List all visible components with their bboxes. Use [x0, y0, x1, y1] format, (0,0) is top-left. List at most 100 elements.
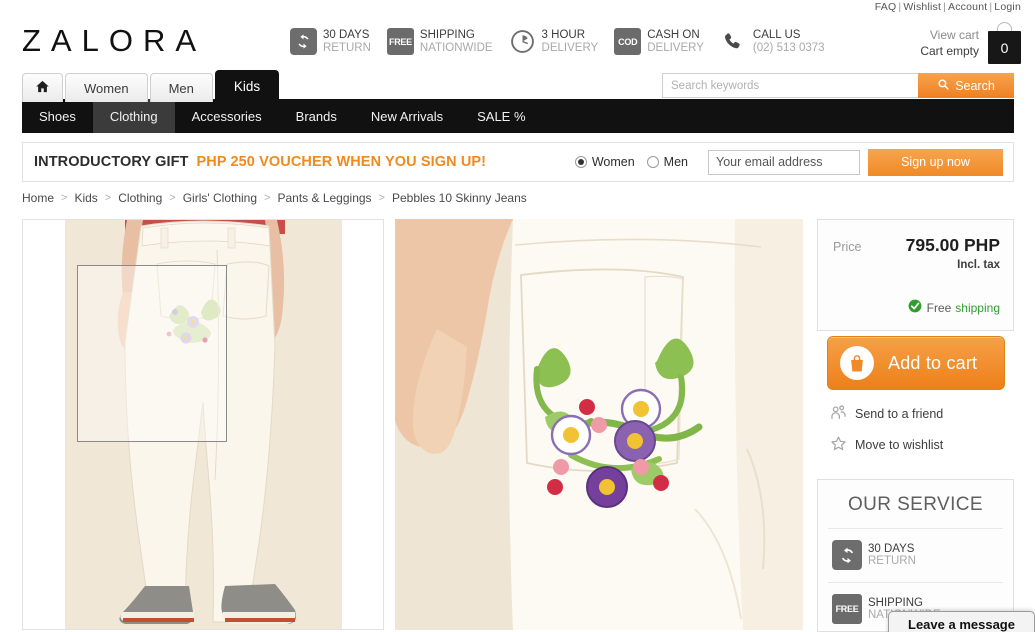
search-icon — [937, 78, 950, 94]
breadcrumb-item-clothing[interactable]: Clothing — [118, 191, 162, 205]
nav-tab-men[interactable]: Men — [149, 73, 213, 102]
usp-delivery-line2: DELIVERY — [541, 41, 599, 54]
radio-women-dot[interactable] — [574, 156, 587, 168]
free-badge: FREE — [832, 594, 862, 624]
promo-title: INTRODUCTORY GIFT — [34, 154, 189, 170]
cart-area[interactable]: View cart Cart empty 0 — [920, 22, 1021, 64]
page-root: FAQ | Wishlist | Account | Login ZALORA 30 DAY… — [0, 0, 1035, 632]
nav-tab-women[interactable]: Women — [65, 73, 148, 102]
usp-shipping-line1: SHIPPING — [419, 29, 475, 41]
zoom-selection-box[interactable] — [77, 265, 227, 442]
free-badge: FREE — [386, 28, 414, 55]
star-icon — [830, 435, 847, 455]
usp-call-line2: (02) 513 0373 — [752, 41, 825, 54]
our-service-title: OUR SERVICE — [848, 494, 983, 515]
site-header: ZALORA 30 DAYS RETURN FREE SHIPPING NATI… — [0, 14, 1035, 70]
clock-icon — [509, 28, 536, 55]
search-bar: Search — [662, 73, 1014, 98]
shopping-bag-icon[interactable]: 0 — [988, 22, 1021, 64]
free-shipping-prefix: Free — [926, 300, 952, 315]
breadcrumb-item-home[interactable]: Home — [22, 191, 54, 205]
breadcrumb-separator-2: > — [104, 192, 112, 204]
breadcrumb-item-kids[interactable]: Kids — [74, 191, 97, 205]
shopping-bag-icon — [840, 346, 874, 380]
usp-call-line1: CALL US — [752, 29, 801, 41]
breadcrumb-item-current: Pebbles 10 Skinny Jeans — [391, 191, 527, 205]
breadcrumb-separator-4: > — [264, 192, 271, 204]
search-button[interactable]: Search — [918, 73, 1014, 98]
radio-men-dot[interactable] — [646, 156, 659, 168]
price-row: Price 795.00 PHP — [833, 235, 1000, 256]
subnav-item-new-arrivals[interactable]: New Arrivals — [354, 99, 460, 133]
free-shipping-note: Free shipping — [908, 299, 1000, 316]
send-to-friend-link[interactable]: Send to a friend — [830, 404, 943, 424]
gender-radio-group: Women Men — [574, 155, 700, 169]
check-circle-icon — [908, 299, 922, 316]
nav-tab-kids[interactable]: Kids — [214, 70, 280, 102]
cart-labels: View cart Cart empty — [920, 27, 979, 59]
subnav-item-accessories[interactable]: Accessories — [175, 99, 279, 133]
free-shipping-highlight: shipping — [955, 300, 1000, 315]
add-to-cart-label: Add to cart — [888, 352, 978, 373]
subnav-item-brands[interactable]: Brands — [279, 99, 354, 133]
our-service-box: OUR SERVICE 30 DAYS RETURN FREE SHIPPING… — [817, 479, 1014, 632]
sub-nav: Shoes Clothing Accessories Brands New Ar… — [22, 99, 1014, 133]
email-field[interactable] — [708, 149, 860, 175]
signup-button[interactable]: Sign up now — [868, 148, 1003, 176]
chat-widget-button[interactable]: Leave a message — [888, 611, 1035, 632]
breadcrumb-item-girls-clothing[interactable]: Girls' Clothing — [183, 191, 257, 205]
utility-link-wishlist[interactable]: Wishlist — [903, 1, 941, 13]
usp-shipping-line2: NATIONWIDE — [419, 41, 493, 54]
price-label: Price — [833, 240, 862, 254]
promo-subtitle: PHP 250 VOUCHER WHEN YOU SIGN UP! — [196, 154, 487, 170]
service-return-line1: 30 DAYS — [868, 542, 915, 555]
service-return-line2: RETURN — [868, 555, 916, 567]
utility-link-faq[interactable]: FAQ — [875, 1, 897, 13]
usp-return: 30 DAYS RETURN — [290, 28, 371, 55]
utility-link-login[interactable]: Login — [994, 1, 1021, 13]
product-image-zoom — [395, 219, 803, 630]
phone-icon — [720, 28, 747, 55]
cart-count-badge: 0 — [988, 31, 1021, 64]
usp-call: CALL US (02) 513 0373 — [720, 28, 825, 55]
service-item-return: 30 DAYS RETURN — [818, 529, 1013, 570]
radio-women-label: Women — [591, 155, 635, 169]
move-to-wishlist-label: Move to wishlist — [855, 438, 944, 452]
product-zoom-illustration — [395, 219, 803, 630]
cod-badge: COD — [614, 28, 642, 55]
price-tax-note: Incl. tax — [957, 259, 1000, 271]
cart-status-label: Cart empty — [920, 44, 979, 58]
nav-tab-home[interactable] — [22, 73, 63, 102]
product-image-main[interactable] — [22, 219, 384, 630]
subnav-item-shoes[interactable]: Shoes — [22, 99, 93, 133]
usp-cod: COD CASH ON DELIVERY — [614, 28, 704, 55]
view-cart-label[interactable]: View cart — [920, 27, 979, 43]
radio-option-men[interactable]: Men — [646, 155, 688, 169]
price-box: Price 795.00 PHP Incl. tax Free shipping — [817, 219, 1014, 331]
utility-separator-2: | — [943, 1, 947, 13]
usp-shipping: FREE SHIPPING NATIONWIDE — [386, 28, 493, 55]
breadcrumb-item-pants-leggings[interactable]: Pants & Leggings — [277, 191, 371, 205]
service-shipping-line1: SHIPPING — [868, 596, 923, 609]
search-input[interactable] — [662, 73, 918, 98]
usp-cod-line2: DELIVERY — [647, 41, 704, 54]
breadcrumb: Home > Kids > Clothing > Girls' Clothing… — [22, 191, 527, 205]
search-button-label: Search — [955, 78, 995, 93]
signup-form: Women Men Sign up now — [574, 148, 1003, 176]
radio-option-women[interactable]: Women — [574, 155, 635, 169]
zalora-logo[interactable]: ZALORA — [22, 23, 206, 59]
usp-return-line1: 30 DAYS — [323, 29, 370, 41]
radio-men-label: Men — [663, 155, 688, 169]
refresh-icon — [290, 28, 317, 55]
breadcrumb-separator-3: > — [169, 192, 176, 204]
price-value: 795.00 PHP — [905, 235, 1000, 255]
utility-link-account[interactable]: Account — [948, 1, 987, 13]
send-to-friend-label: Send to a friend — [855, 407, 944, 421]
subnav-item-clothing[interactable]: Clothing — [92, 99, 175, 133]
subnav-item-sale[interactable]: SALE % — [460, 99, 542, 133]
friends-icon — [830, 404, 847, 424]
add-to-cart-button[interactable]: Add to cart — [827, 336, 1005, 390]
usp-return-line2: RETURN — [323, 41, 371, 54]
usp-delivery: 3 HOUR DELIVERY — [509, 28, 599, 55]
move-to-wishlist-link[interactable]: Move to wishlist — [830, 435, 943, 455]
